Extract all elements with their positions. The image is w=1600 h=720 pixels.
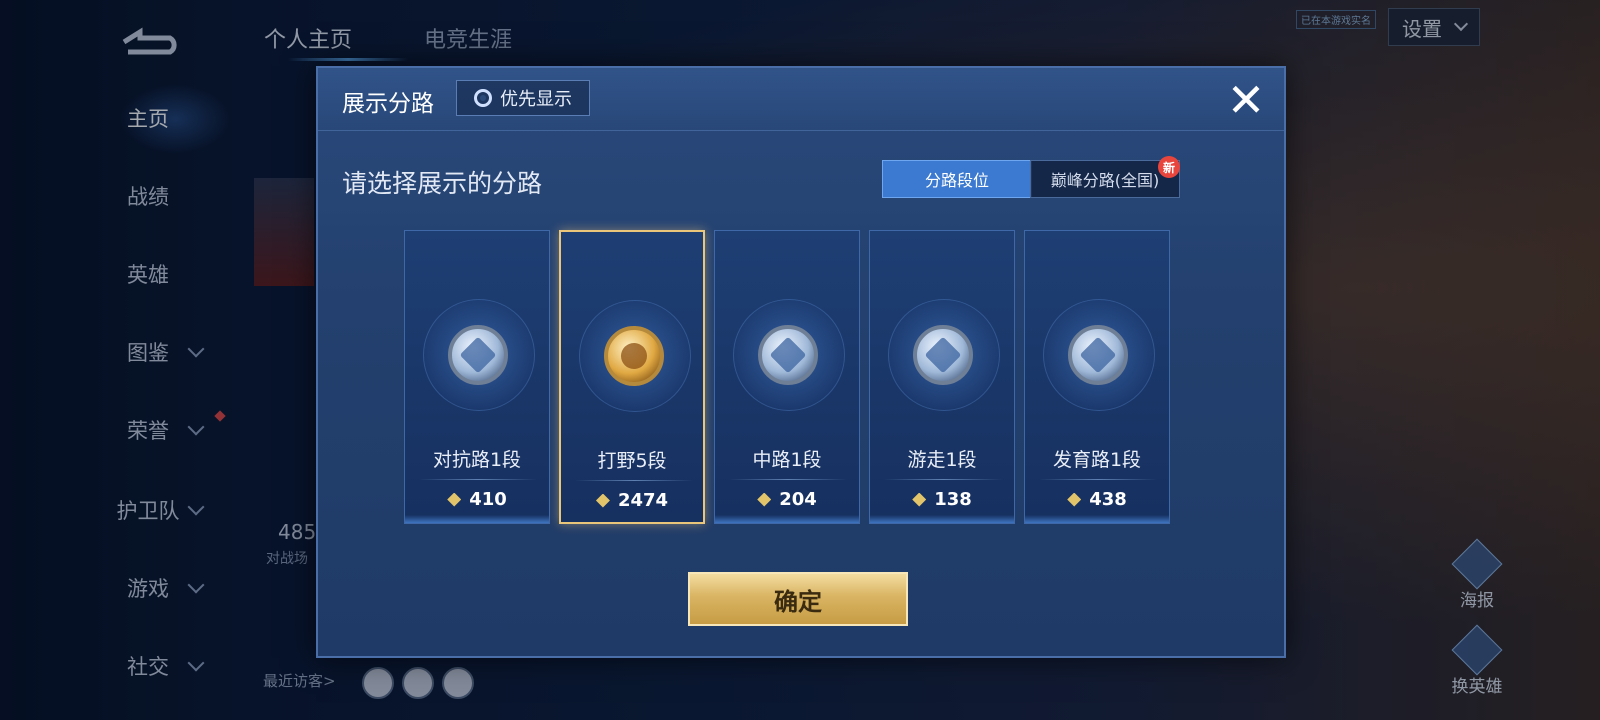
divider xyxy=(419,479,537,480)
lane-card-top[interactable]: 对抗路1段 410 xyxy=(404,230,550,524)
lane-name: 打野5段 xyxy=(597,450,667,472)
divider xyxy=(575,480,693,481)
lane-card-support[interactable]: 游走1段 138 xyxy=(869,230,1015,524)
divider xyxy=(729,479,847,480)
lane-name: 游走1段 xyxy=(907,449,977,471)
close-icon[interactable]: ✕ xyxy=(1222,76,1270,124)
dialog-title: 展示分路 xyxy=(342,91,434,117)
tab-lane-rank[interactable]: 分路段位 xyxy=(882,160,1032,198)
card-glow xyxy=(870,515,1014,523)
lane-display-dialog: 展示分路 优先显示 ✕ 请选择展示的分路 分路段位 巅峰分路(全国) 新 对抗路… xyxy=(316,66,1286,658)
lane-name: 发育路1段 xyxy=(1052,449,1142,471)
confirm-button[interactable]: 确定 xyxy=(688,572,908,626)
mid-emblem-icon xyxy=(758,325,818,385)
lane-name: 中路1段 xyxy=(752,449,822,471)
lane-card-bottom[interactable]: 发育路1段 438 xyxy=(1024,230,1170,524)
gear-icon xyxy=(474,89,492,107)
lane-score: 204 xyxy=(715,489,859,510)
divider xyxy=(884,479,1002,480)
priority-display-button[interactable]: 优先显示 xyxy=(456,80,590,116)
new-badge: 新 xyxy=(1158,156,1180,178)
score-icon xyxy=(1067,492,1082,507)
score-icon xyxy=(595,493,610,508)
lane-score-value: 438 xyxy=(1089,489,1127,510)
lane-score: 410 xyxy=(405,489,549,510)
divider xyxy=(1039,479,1157,480)
score-icon xyxy=(447,492,462,507)
lane-score: 438 xyxy=(1025,489,1169,510)
score-icon xyxy=(912,492,927,507)
lane-score: 138 xyxy=(870,489,1014,510)
card-glow xyxy=(715,515,859,523)
priority-display-label: 优先显示 xyxy=(500,89,572,110)
sword-emblem-icon xyxy=(448,325,508,385)
lane-score: 2474 xyxy=(561,490,703,511)
wing-emblem-icon xyxy=(913,325,973,385)
card-glow xyxy=(1025,515,1169,523)
dialog-prompt: 请选择展示的分路 xyxy=(342,169,543,198)
lane-score-value: 410 xyxy=(469,489,507,510)
lane-card-jungle[interactable]: 打野5段 2474 xyxy=(559,230,705,524)
bow-emblem-icon xyxy=(1068,325,1128,385)
score-icon xyxy=(757,492,772,507)
lane-name: 对抗路1段 xyxy=(432,449,522,471)
lane-score-value: 2474 xyxy=(617,490,669,511)
dragon-emblem-icon xyxy=(604,326,664,386)
lane-score-value: 204 xyxy=(779,489,817,510)
lane-score-value: 138 xyxy=(934,489,972,510)
lane-card-mid[interactable]: 中路1段 204 xyxy=(714,230,860,524)
card-glow xyxy=(405,515,549,523)
